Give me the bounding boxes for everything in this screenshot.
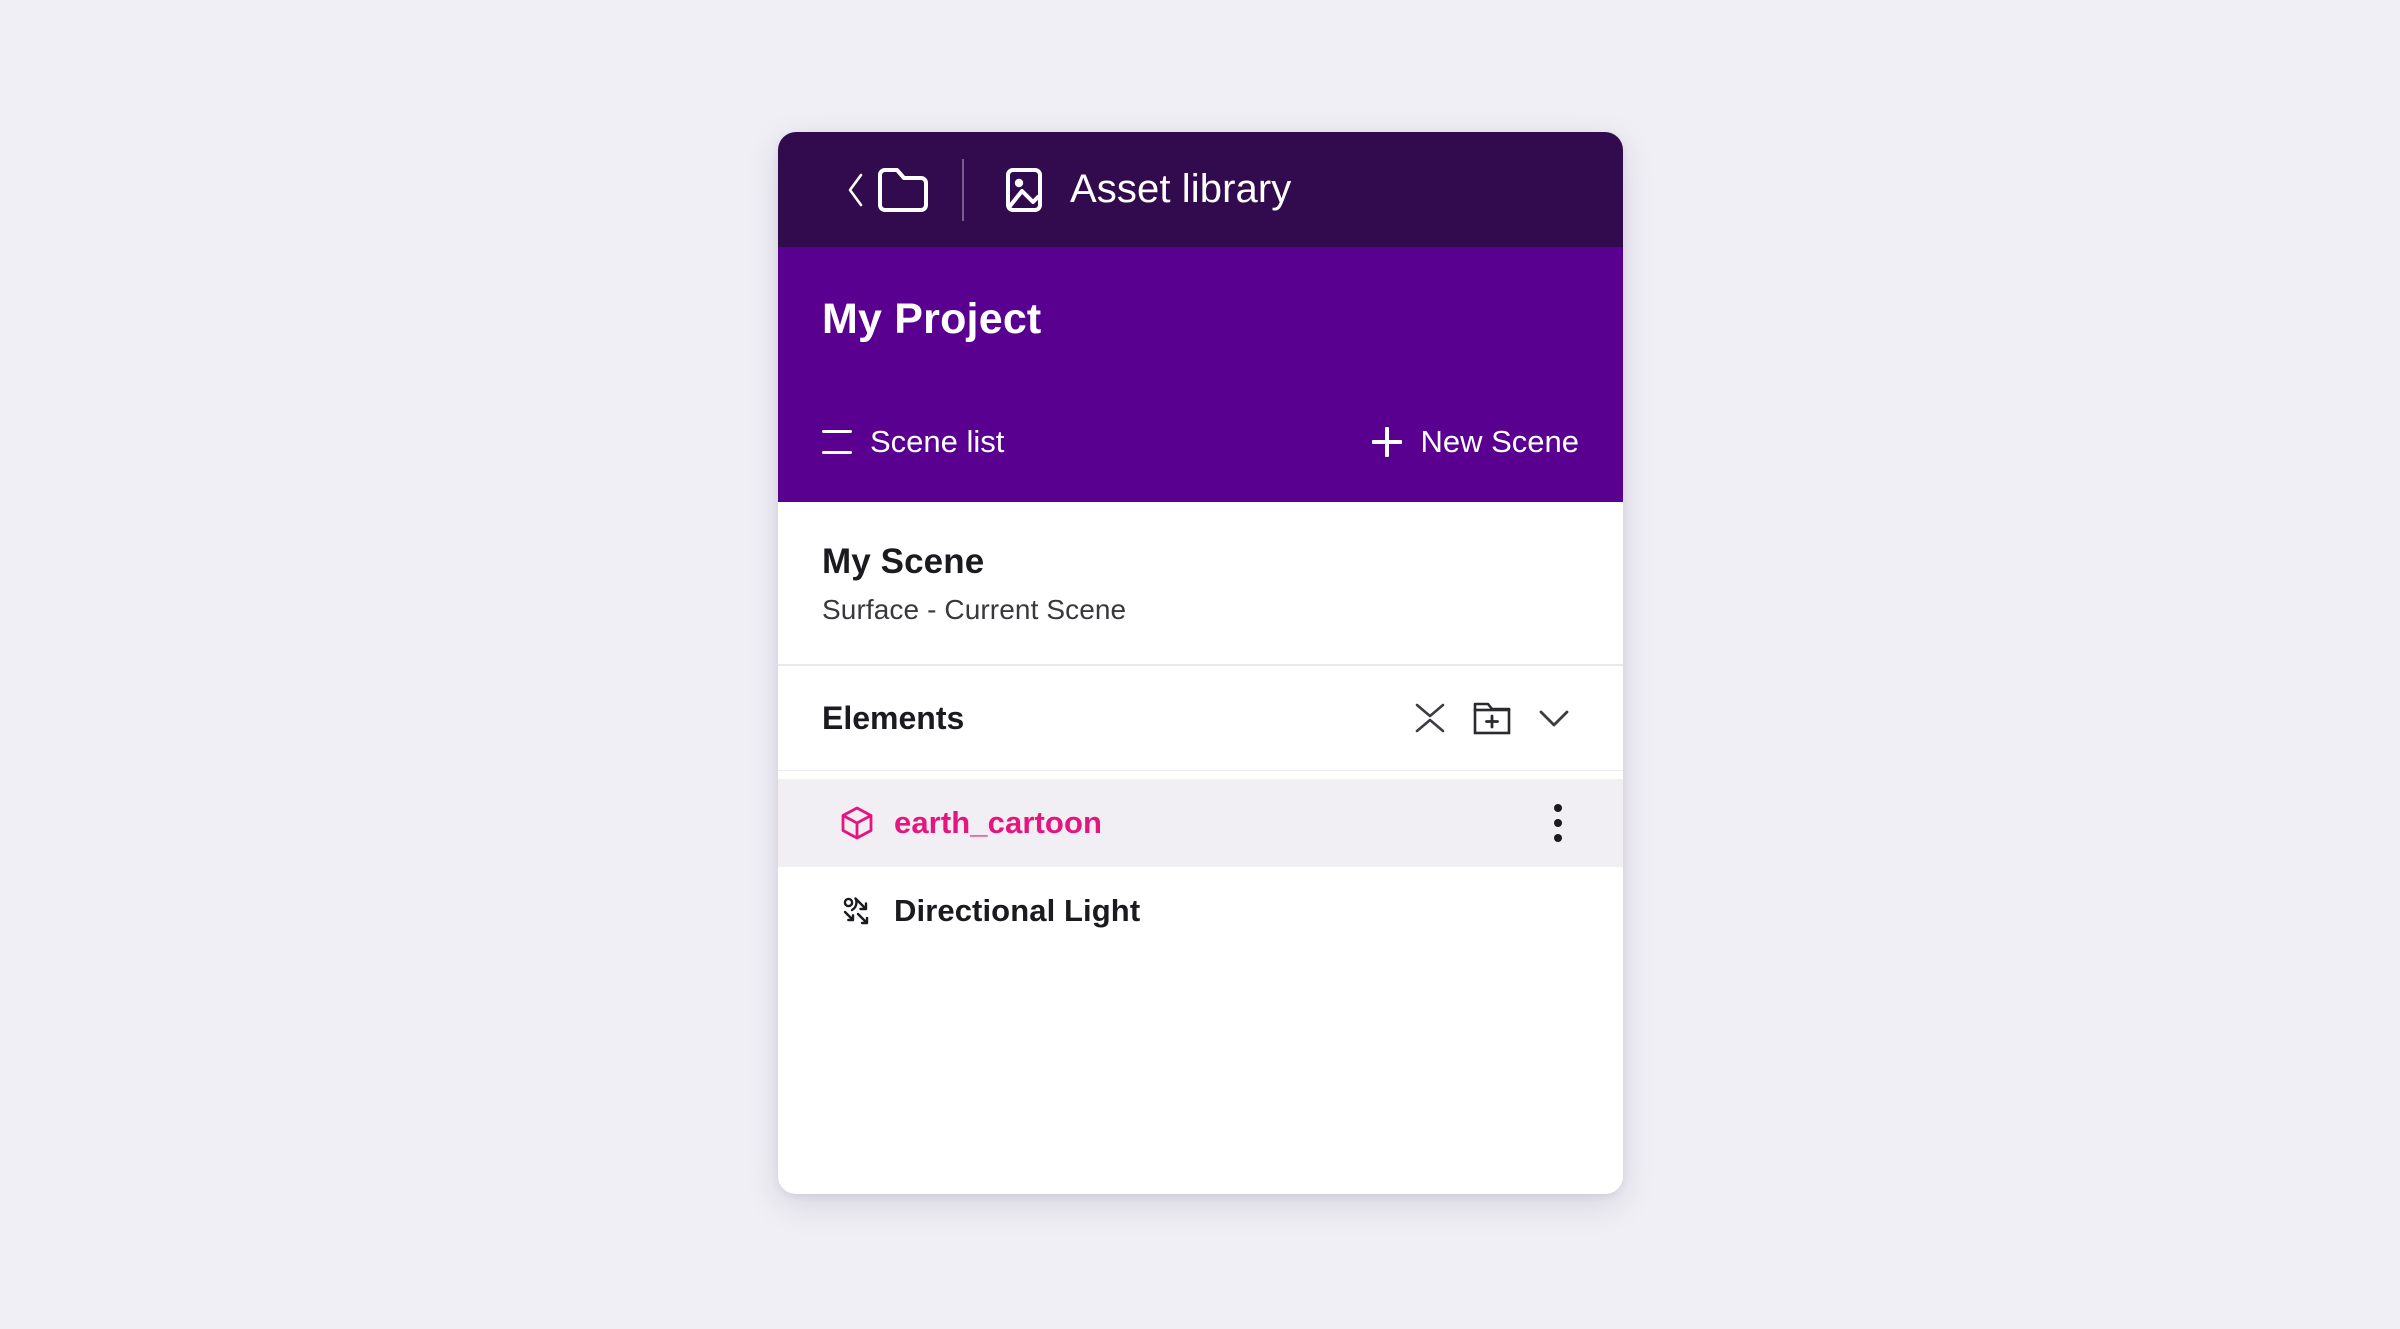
scene-list-button[interactable]: Scene list [822, 424, 1004, 460]
project-actions: Scene list New Scene [822, 424, 1579, 460]
list-item[interactable]: earth_cartoon [778, 779, 1623, 867]
directional-light-icon [838, 892, 876, 930]
elements-list: earth_cartoon Directional Light [778, 771, 1623, 1194]
asset-library-title: Asset library [1070, 167, 1292, 211]
asset-library-panel: Asset library My Project Scene list New … [778, 132, 1623, 1194]
elements-title: Elements [822, 699, 965, 736]
new-folder-button[interactable] [1461, 687, 1523, 749]
plus-icon [1372, 427, 1403, 457]
expand-elements-button[interactable] [1523, 687, 1585, 749]
kebab-menu-icon[interactable] [1531, 793, 1585, 853]
folder-icon [878, 167, 928, 212]
list-icon [822, 430, 852, 454]
image-icon [1006, 167, 1042, 212]
project-title: My Project [822, 295, 1042, 343]
list-item[interactable]: Directional Light [778, 867, 1623, 955]
page-root: Asset library My Project Scene list New … [0, 0, 2400, 1329]
project-bar: My Project Scene list New Scene [778, 247, 1623, 502]
chevron-left-icon [848, 173, 863, 206]
scene-subtitle: Surface - Current Scene [822, 594, 1127, 625]
collapse-all-icon [1415, 703, 1445, 733]
header-divider [962, 158, 964, 221]
new-scene-button[interactable]: New Scene [1372, 424, 1579, 460]
elements-header: Elements [778, 666, 1623, 771]
folder-plus-icon [1473, 702, 1511, 735]
back-button[interactable] [842, 170, 868, 210]
chevron-down-icon [1539, 710, 1569, 727]
scene-list-label: Scene list [870, 424, 1005, 459]
scene-name: My Scene [822, 542, 985, 581]
asset-library-button[interactable]: Asset library [1000, 166, 1291, 214]
element-label: Directional Light [894, 893, 1141, 928]
element-label: earth_cartoon [894, 805, 1103, 840]
new-scene-label: New Scene [1420, 424, 1579, 459]
current-scene-block[interactable]: My Scene Surface - Current Scene [778, 502, 1623, 666]
folder-button[interactable] [874, 164, 932, 216]
collapse-all-button[interactable] [1399, 687, 1461, 749]
top-bar: Asset library [778, 132, 1623, 247]
cube-icon [838, 804, 876, 842]
